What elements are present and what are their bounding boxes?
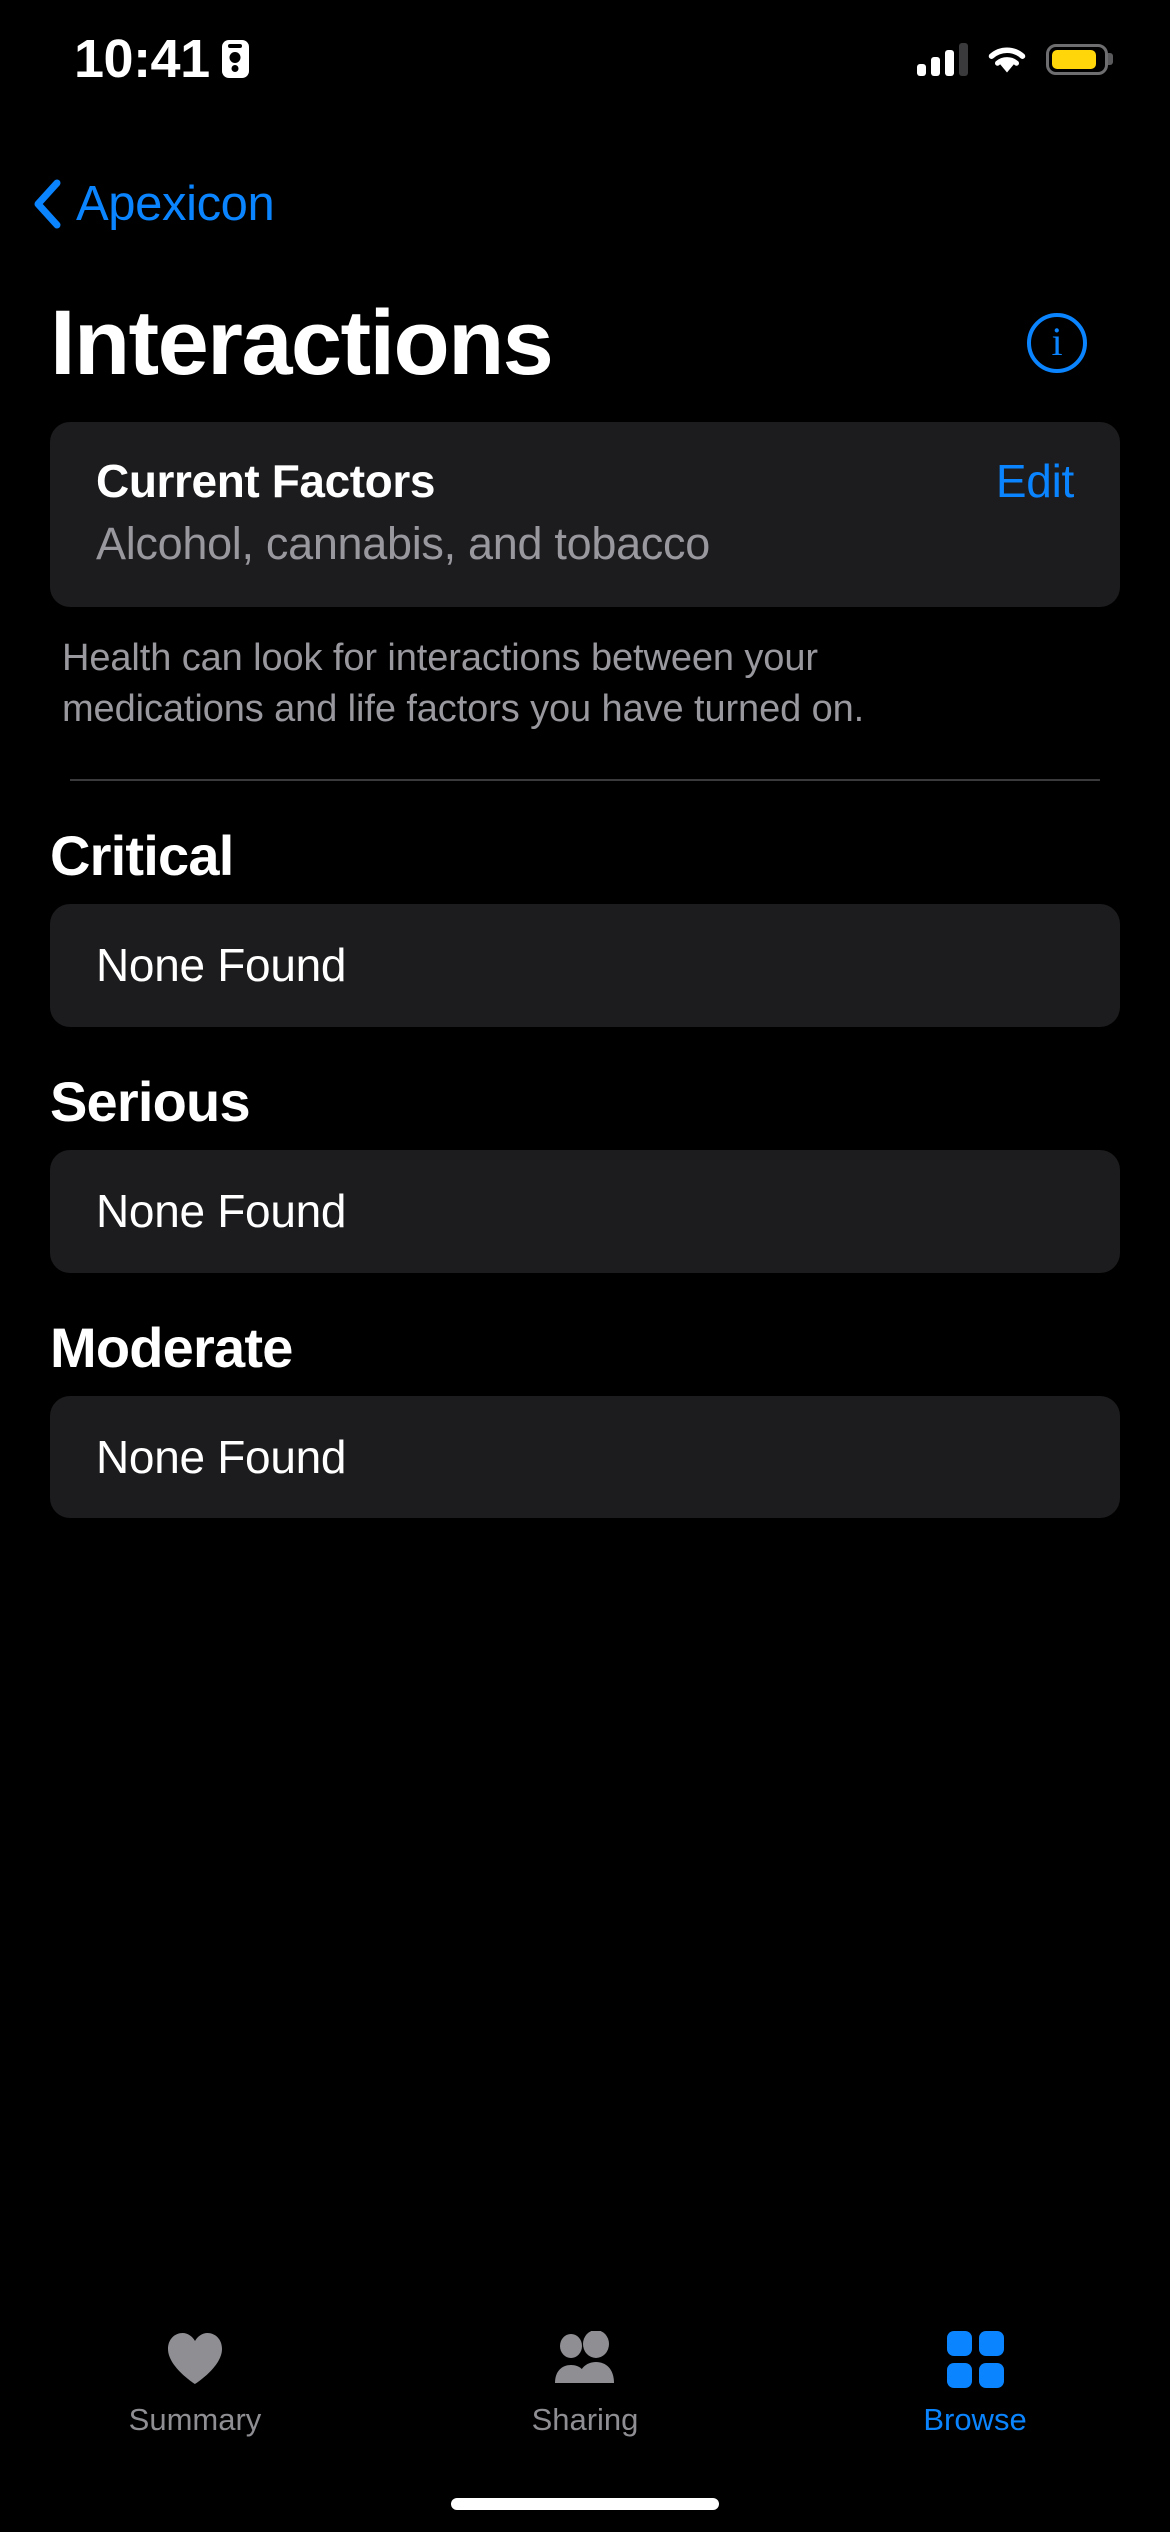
status-bar: 10:41 xyxy=(0,0,1170,100)
footer-note: Health can look for interactions between… xyxy=(62,637,865,730)
section-moderate: Moderate None Found xyxy=(0,1315,1170,1519)
critical-result-card[interactable]: None Found xyxy=(50,904,1120,1027)
section-header-moderate: Moderate xyxy=(50,1315,293,1379)
serious-result-label: None Found xyxy=(96,1185,347,1237)
info-glyph: i xyxy=(1051,319,1063,364)
tab-sharing-label: Sharing xyxy=(531,2402,639,2437)
section-divider xyxy=(70,779,1100,782)
tab-browse[interactable]: Browse xyxy=(780,2328,1170,2435)
current-factors-header-row: Current Factors Edit xyxy=(96,456,1074,507)
status-bar-right xyxy=(917,42,1108,76)
home-indicator xyxy=(451,2498,719,2510)
section-header-serious: Serious xyxy=(50,1070,251,1133)
wifi-icon xyxy=(988,47,1026,72)
title-row: Interactions i xyxy=(0,288,1170,398)
tab-summary-label: Summary xyxy=(128,2402,262,2437)
two-people-icon xyxy=(550,2328,620,2390)
battery-icon xyxy=(1046,43,1108,75)
status-bar-left: 10:41 xyxy=(74,32,249,86)
heart-icon xyxy=(165,2328,225,2390)
current-factors-card[interactable]: Current Factors Edit Alcohol, cannabis, … xyxy=(50,422,1120,608)
serious-result-card[interactable]: None Found xyxy=(50,1150,1120,1273)
info-circle-icon[interactable]: i xyxy=(1027,313,1087,373)
section-critical: Critical None Found xyxy=(0,828,1170,1027)
current-factors-subtitle: Alcohol, cannabis, and tobacco xyxy=(96,517,710,569)
grid-squares-icon xyxy=(946,2328,1004,2390)
current-factors-title: Current Factors xyxy=(96,455,436,507)
critical-result-label: None Found xyxy=(96,939,347,992)
status-time: 10:41 xyxy=(74,29,210,89)
back-button[interactable]: Apexicon xyxy=(30,176,275,231)
contact-card-icon xyxy=(221,40,249,78)
page-title: Interactions xyxy=(50,292,554,394)
main-content: Current Factors Edit Alcohol, cannabis, … xyxy=(0,422,1170,1519)
tab-sharing[interactable]: Sharing xyxy=(390,2328,780,2435)
tab-summary[interactable]: Summary xyxy=(0,2328,390,2435)
back-button-label: Apexicon xyxy=(76,176,275,231)
moderate-result-label: None Found xyxy=(96,1430,347,1483)
section-serious: Serious None Found xyxy=(0,1074,1170,1273)
chevron-left-icon xyxy=(34,179,61,229)
section-header-critical: Critical xyxy=(50,824,234,888)
tab-browse-label: Browse xyxy=(923,2402,1027,2437)
moderate-result-card[interactable]: None Found xyxy=(50,1395,1120,1519)
edit-button[interactable]: Edit xyxy=(996,456,1074,507)
cellular-bars-icon xyxy=(917,42,968,76)
